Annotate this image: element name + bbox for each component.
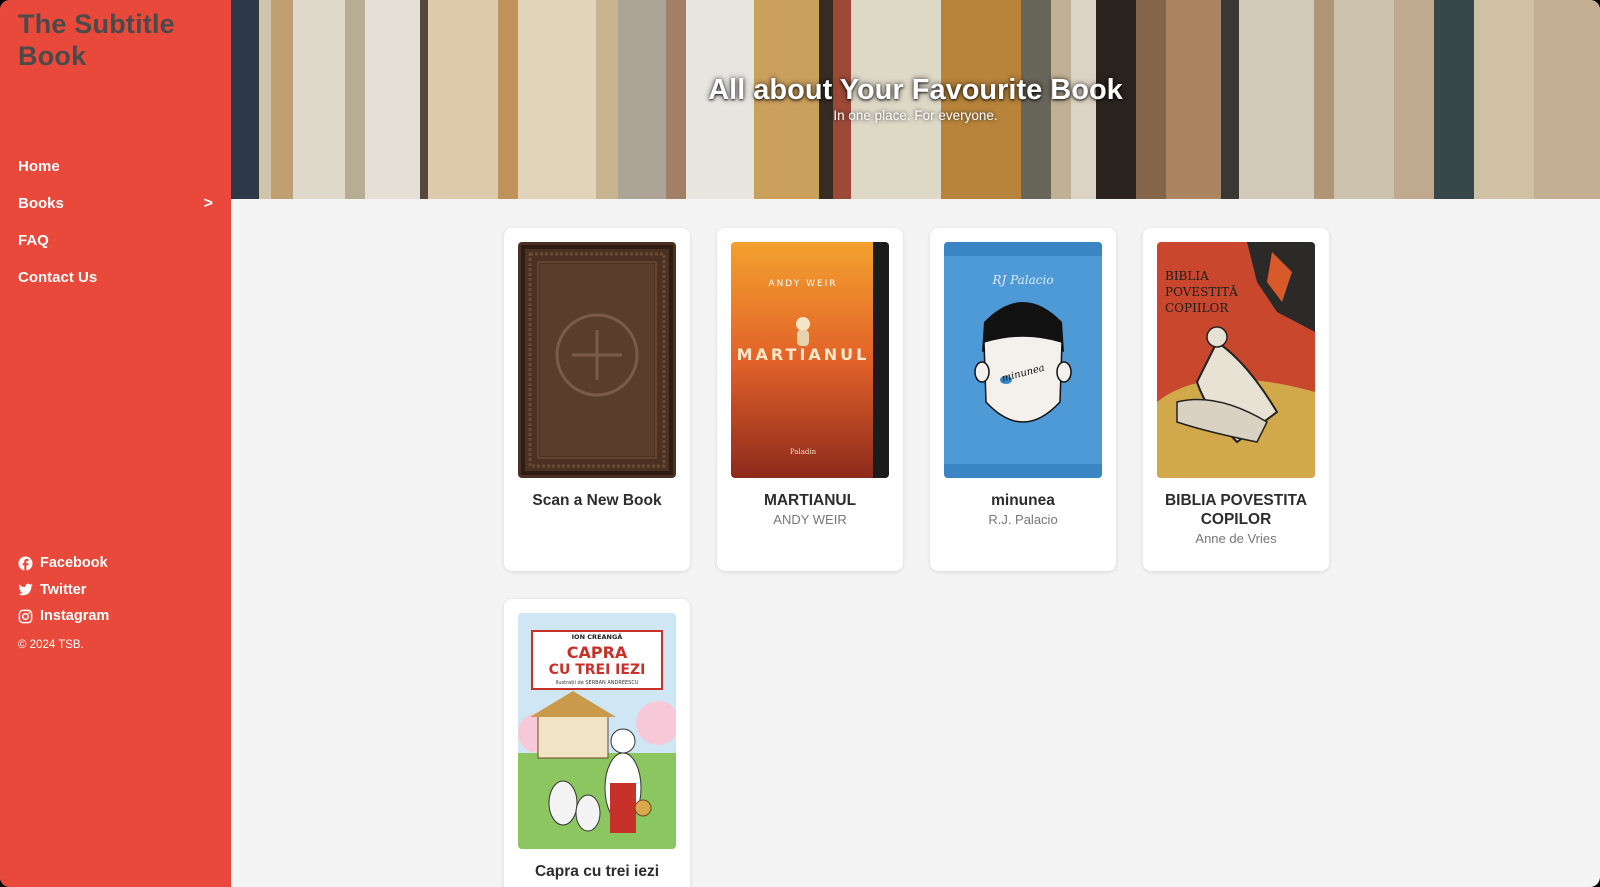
add-book-cover (518, 242, 676, 478)
book-title: MARTIANUL (763, 492, 857, 509)
instagram-link[interactable]: Instagram (18, 603, 109, 630)
twitter-icon (18, 583, 33, 596)
book-title: minunea (991, 492, 1055, 509)
main-nav: Home Books > FAQ Contact Us (0, 148, 231, 296)
svg-text:CU TREI IEZI: CU TREI IEZI (549, 662, 646, 678)
copyright-text: © 2024 TSB. (18, 639, 84, 651)
svg-text:RJ Palacio: RJ Palacio (991, 273, 1053, 287)
app-window: The Subtitle Book Home Books > FAQ Conta… (0, 0, 1600, 887)
chevron-right-icon: > (203, 194, 213, 212)
biblia-cover: BIBLIA POVESTITĂ COPIILOR (1157, 242, 1315, 478)
svg-text:ANDY WEIR: ANDY WEIR (768, 279, 837, 289)
svg-text:POVESTITĂ: POVESTITĂ (1165, 284, 1238, 299)
book-author: Anne de Vries (1195, 531, 1277, 546)
facebook-label: Facebook (40, 555, 108, 572)
hero-banner: All about Your Favourite Book In one pla… (231, 0, 1600, 199)
sidebar: The Subtitle Book Home Books > FAQ Conta… (0, 0, 231, 887)
book-card-martianul[interactable]: ANDY WEIR MARTIANUL Paladin MARTIANUL AN… (717, 228, 903, 571)
svg-text:CAPRA: CAPRA (567, 643, 628, 662)
nav-item-contact[interactable]: Contact Us (0, 259, 231, 296)
site-logo[interactable]: The Subtitle Book (18, 8, 218, 72)
social-links: Facebook Twitter Instagram (18, 550, 109, 630)
twitter-label: Twitter (40, 581, 87, 598)
svg-text:Ilustrații de ȘERBAN ANDREESCU: Ilustrații de ȘERBAN ANDREESCU (555, 680, 638, 686)
nav-item-label: Contact Us (18, 269, 98, 286)
add-book-card[interactable]: Scan a New Book (504, 228, 690, 571)
book-card-capra[interactable]: ION CREANGĂ CAPRA CU TREI IEZI Ilustrați… (504, 599, 690, 887)
book-author: ANDY WEIR (773, 512, 847, 527)
book-author: R.J. Palacio (988, 512, 1058, 527)
svg-text:Paladin: Paladin (790, 448, 817, 456)
hero-title: All about Your Favourite Book (708, 74, 1123, 106)
facebook-link[interactable]: Facebook (18, 550, 109, 577)
svg-text:BIBLIA: BIBLIA (1165, 269, 1209, 283)
book-card-biblia[interactable]: BIBLIA POVESTITĂ COPIILOR BIBLIA POVESTI… (1143, 228, 1329, 571)
book-title: Capra cu trei iezi (534, 863, 660, 880)
twitter-link[interactable]: Twitter (18, 577, 109, 604)
instagram-icon (18, 609, 33, 624)
facebook-icon (18, 556, 33, 571)
nav-item-label: FAQ (18, 232, 49, 249)
capra-cover: ION CREANGĂ CAPRA CU TREI IEZI Ilustrați… (518, 613, 676, 849)
hero-subtitle: In one place. For everyone. (833, 108, 998, 123)
svg-text:COPIILOR: COPIILOR (1165, 301, 1229, 315)
book-card-minunea[interactable]: RJ Palacio minunea minunea R.J. Palacio (930, 228, 1116, 571)
nav-item-label: Books (18, 195, 64, 212)
minunea-cover: RJ Palacio minunea (944, 242, 1102, 478)
svg-text:ION CREANGĂ: ION CREANGĂ (572, 632, 623, 641)
instagram-label: Instagram (40, 608, 110, 625)
martianul-cover: ANDY WEIR MARTIANUL Paladin (731, 242, 889, 478)
svg-text:MARTIANUL: MARTIANUL (737, 345, 870, 364)
nav-item-faq[interactable]: FAQ (0, 222, 231, 259)
nav-item-books[interactable]: Books > (0, 185, 231, 222)
book-title: Scan a New Book (532, 492, 662, 509)
book-title: BIBLIA POVESTITA COPILOR (1164, 492, 1308, 528)
nav-item-home[interactable]: Home (0, 148, 231, 185)
nav-item-label: Home (18, 158, 60, 175)
